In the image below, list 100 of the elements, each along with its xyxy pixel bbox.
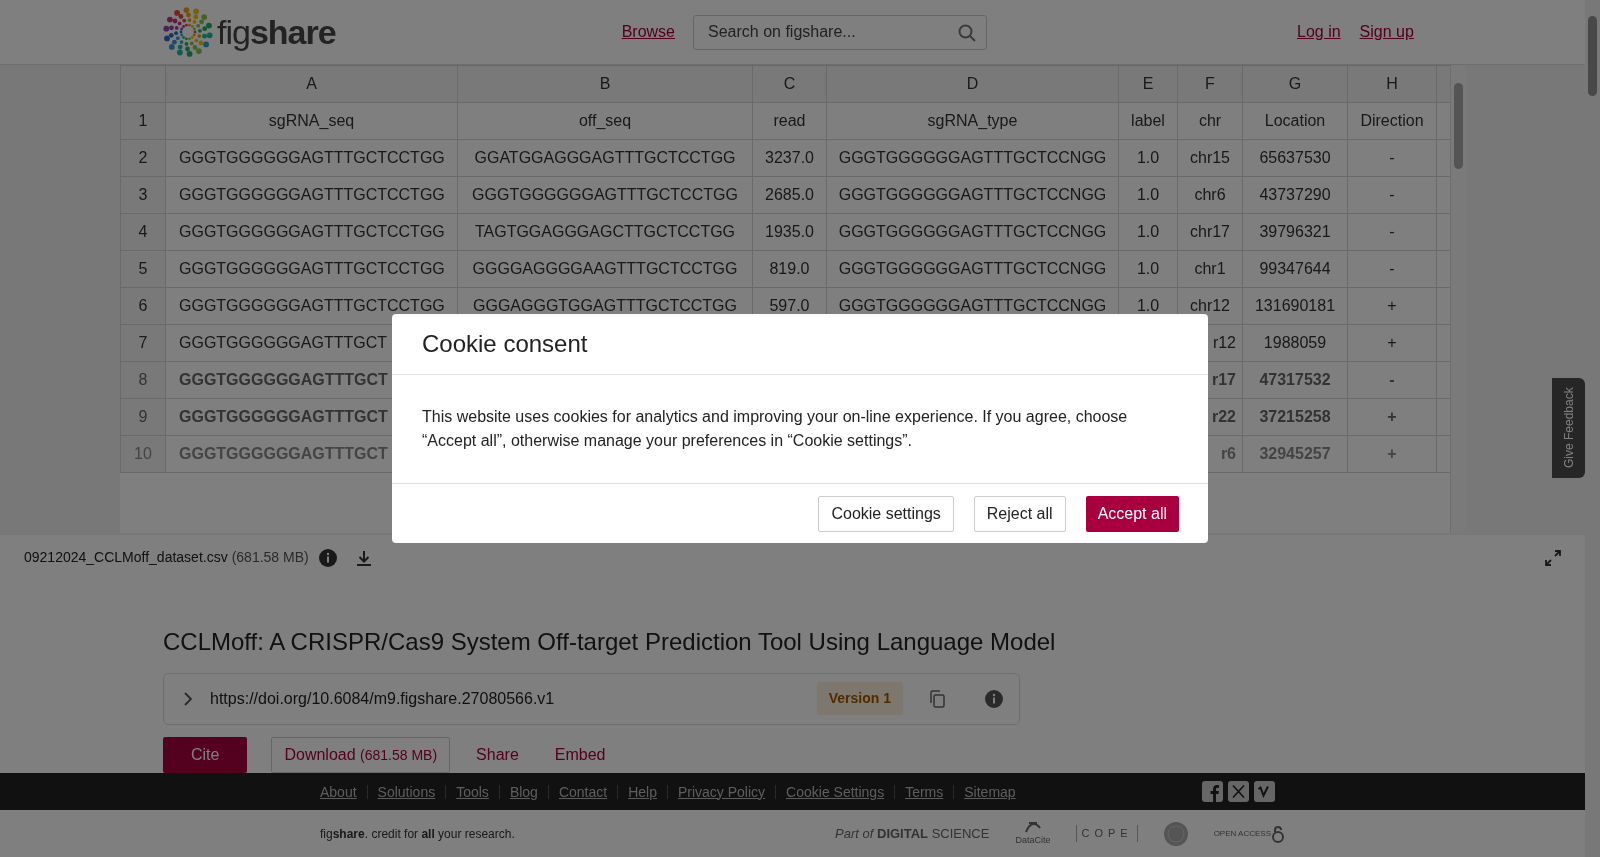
doi-link[interactable]: https://doi.org/10.6084/m9.figshare.27080566.v1 bbox=[210, 686, 817, 711]
browse-link[interactable]: Browse bbox=[621, 20, 675, 44]
row-number: 4 bbox=[120, 213, 166, 251]
table-cell: 3237.0 bbox=[752, 139, 827, 177]
dialog-button[interactable]: Cookie settings bbox=[818, 496, 954, 532]
table-cell: GGGTGGGGGGAGTTTGCTCCTGG bbox=[165, 213, 458, 251]
row-number: 5 bbox=[120, 250, 166, 288]
row-number: 3 bbox=[120, 176, 166, 214]
cite-button[interactable]: Cite bbox=[163, 736, 248, 773]
tagline: figshare. credit for all your research. bbox=[320, 825, 515, 843]
table-cell: chr15 bbox=[1177, 139, 1243, 177]
table-cell: 47317532 bbox=[1242, 361, 1348, 399]
x-icon[interactable] bbox=[1228, 781, 1249, 802]
column-header[interactable]: G bbox=[1242, 65, 1348, 103]
action-link[interactable]: Share bbox=[466, 742, 529, 767]
table-cell: 43737290 bbox=[1242, 176, 1348, 214]
vimeo-icon[interactable] bbox=[1254, 781, 1275, 802]
column-header[interactable]: D bbox=[826, 65, 1119, 103]
table-cell: GGGTGGGGGGAGTTTGCTCCNGG bbox=[826, 250, 1119, 288]
column-header[interactable]: A bbox=[165, 65, 458, 103]
dialog-button[interactable]: Reject all bbox=[973, 496, 1066, 532]
footer-link[interactable]: About bbox=[320, 784, 367, 799]
copy-icon[interactable] bbox=[929, 689, 945, 708]
column-header[interactable]: E bbox=[1118, 65, 1178, 103]
table-cell: + bbox=[1347, 398, 1437, 436]
file-size: (681.58 MB) bbox=[231, 548, 309, 567]
table-cell: + bbox=[1347, 435, 1437, 473]
file-name: 09212024_CCLMoff_dataset.csv bbox=[24, 548, 228, 567]
table-cell: 37215258 bbox=[1242, 398, 1348, 436]
table-cell: GGGTGGGGGGAGTTTGCTCCTGG bbox=[165, 250, 458, 288]
table-cell: - bbox=[1347, 139, 1437, 177]
footer-link[interactable]: Tools bbox=[445, 784, 499, 799]
table-cell: 819.0 bbox=[752, 250, 827, 288]
table-cell: 1.0 bbox=[1118, 176, 1178, 214]
action-link[interactable]: Embed bbox=[544, 742, 616, 767]
download-icon[interactable] bbox=[354, 548, 373, 567]
table-cell: chr6 bbox=[1177, 176, 1243, 214]
table-cell: + bbox=[1347, 287, 1437, 325]
table-cell: 1.0 bbox=[1118, 213, 1178, 251]
column-header[interactable]: C bbox=[752, 65, 827, 103]
footer-link[interactable]: Cookie Settings bbox=[775, 784, 895, 799]
search-field[interactable]: Search on figshare... bbox=[693, 14, 987, 50]
partner-logo[interactable]: COPE bbox=[1076, 825, 1138, 842]
footer-link[interactable]: Terms bbox=[894, 784, 954, 799]
row-number: 2 bbox=[120, 139, 166, 177]
row-number: 9 bbox=[120, 398, 166, 436]
table-cell: 1988059 bbox=[1242, 324, 1348, 362]
table-cell: GGGGAGGGGAAGTTTGCTCCTGG bbox=[457, 250, 753, 288]
expand-icon[interactable] bbox=[1545, 549, 1561, 566]
table-cell: Location bbox=[1242, 102, 1348, 140]
feedback-tab[interactable]: Give Feedback bbox=[1552, 378, 1585, 478]
table-cell: GGGTGGGGGGAGTTTGCTCCNGG bbox=[826, 213, 1119, 251]
search-icon bbox=[958, 23, 976, 42]
table-cell: sgRNA_type bbox=[826, 102, 1119, 140]
column-header[interactable]: H bbox=[1347, 65, 1437, 103]
row-number: 7 bbox=[120, 324, 166, 362]
table-cell: GGGTGGGGGGAGTTTGCTCCTGG bbox=[165, 139, 458, 177]
table-cell: + bbox=[1347, 324, 1437, 362]
footer-link[interactable]: Privacy Policy bbox=[666, 784, 776, 799]
table-cell: 1.0 bbox=[1118, 250, 1178, 288]
chevron-icon[interactable] bbox=[182, 690, 194, 707]
dialog-button[interactable]: Accept all bbox=[1085, 496, 1179, 532]
table-cell: 1935.0 bbox=[752, 213, 827, 251]
partner-logo[interactable]: Part of DIGITAL SCIENCE bbox=[835, 823, 990, 844]
column-header[interactable]: F bbox=[1177, 65, 1243, 103]
footer-link[interactable]: Solutions bbox=[366, 784, 446, 799]
auth-link[interactable]: Log in bbox=[1297, 20, 1341, 44]
info-icon bbox=[318, 548, 337, 567]
footer-link[interactable]: Blog bbox=[498, 784, 548, 799]
scrollbar[interactable] bbox=[1450, 65, 1465, 533]
seal-icon[interactable] bbox=[1163, 821, 1188, 846]
footer-link[interactable]: Contact bbox=[547, 784, 618, 799]
column-header[interactable]: B bbox=[457, 65, 753, 103]
auth-link[interactable]: Sign up bbox=[1359, 20, 1414, 44]
table-cell: label bbox=[1118, 102, 1178, 140]
table-cell: GGGTGGGGGGAGTTTGCTCCTGG bbox=[165, 176, 458, 214]
table-cell: chr17 bbox=[1177, 213, 1243, 251]
info-button[interactable] bbox=[318, 548, 337, 567]
table-cell: 1.0 bbox=[1118, 139, 1178, 177]
table-cell: 32945257 bbox=[1242, 435, 1348, 473]
table-cell: - bbox=[1347, 250, 1437, 288]
logo-text[interactable]: figshare bbox=[217, 6, 336, 58]
table-cell: sgRNA_seq bbox=[165, 102, 458, 140]
info-icon[interactable] bbox=[985, 689, 1003, 708]
table-cell: Direction bbox=[1347, 102, 1437, 140]
scrollbar[interactable] bbox=[1585, 0, 1600, 857]
table-cell: chr bbox=[1177, 102, 1243, 140]
table-cell: 131690181 bbox=[1242, 287, 1348, 325]
table-cell: 2685.0 bbox=[752, 176, 827, 214]
footer-link[interactable]: Help bbox=[617, 784, 667, 799]
download-button[interactable]: Download (681.58 MB) bbox=[271, 736, 451, 773]
table-cell: TAGTGGAGGGAGCTTGCTCCTGG bbox=[457, 213, 753, 251]
table-cell: 65637530 bbox=[1242, 139, 1348, 177]
partner-logo[interactable]: OPEN ACCESS bbox=[1213, 824, 1285, 843]
facebook-icon[interactable] bbox=[1202, 781, 1223, 802]
partner-logo[interactable]: DataCite bbox=[1015, 819, 1051, 848]
footer-link[interactable]: Sitemap bbox=[953, 784, 1026, 799]
table-cell: - bbox=[1347, 361, 1437, 399]
row-number: 8 bbox=[120, 361, 166, 399]
row-number: 6 bbox=[120, 287, 166, 325]
